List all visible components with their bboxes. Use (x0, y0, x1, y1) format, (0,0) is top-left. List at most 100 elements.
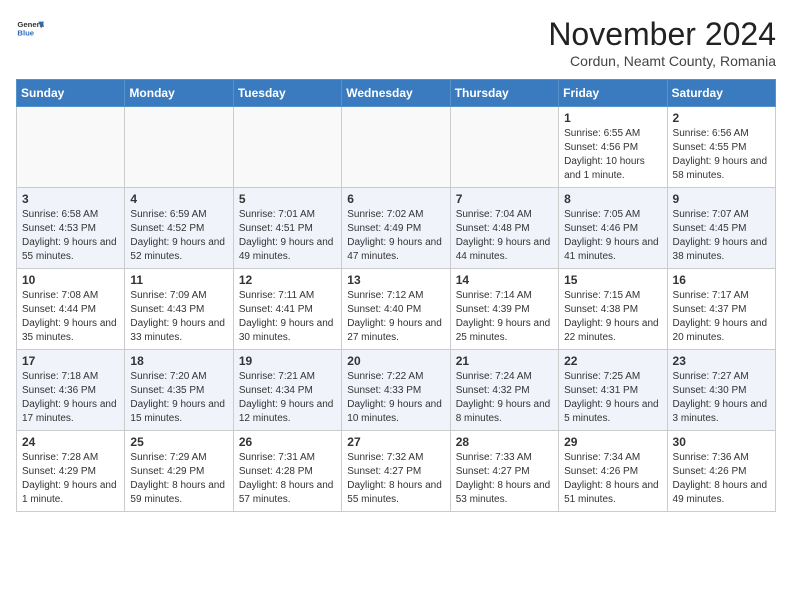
weekday-header: Wednesday (342, 80, 450, 107)
day-number: 13 (347, 273, 444, 287)
weekday-header: Friday (559, 80, 667, 107)
weekday-header: Saturday (667, 80, 775, 107)
day-number: 27 (347, 435, 444, 449)
calendar-cell: 21 Sunrise: 7:24 AM Sunset: 4:32 PM Dayli… (450, 350, 558, 431)
day-number: 9 (673, 192, 770, 206)
day-info: Sunrise: 7:36 AM Sunset: 4:26 PM Dayligh… (673, 451, 770, 507)
calendar-cell: 4 Sunrise: 6:59 AM Sunset: 4:52 PM Daylig… (125, 188, 233, 269)
calendar-cell: 30 Sunrise: 7:36 AM Sunset: 4:26 PM Dayli… (667, 431, 775, 512)
calendar-cell: 6Sunrise: 7:02 AM Sunset: 4:49 PM Daylig… (342, 188, 450, 269)
calendar-cell: 20 Sunrise: 7:22 AM Sunset: 4:33 PM Dayli… (342, 350, 450, 431)
day-number: 12 (239, 273, 336, 287)
day-number: 2 (673, 111, 770, 125)
day-number: 19 (239, 354, 336, 368)
day-number: 23 (673, 354, 770, 368)
calendar-cell: 23 Sunrise: 7:27 AM Sunset: 4:30 PM Dayli… (667, 350, 775, 431)
calendar-cell: 10 Sunrise: 7:08 AM Sunset: 4:44 PM Dayli… (17, 269, 125, 350)
calendar-cell: 11 Sunrise: 7:09 AM Sunset: 4:43 PM Dayli… (125, 269, 233, 350)
calendar-week-row: 24 Sunrise: 7:28 AM Sunset: 4:29 PM Dayli… (17, 431, 776, 512)
day-info: Sunrise: 7:25 AM Sunset: 4:31 PM Dayligh… (564, 370, 661, 426)
calendar-week-row: 17Sunrise: 7:18 AM Sunset: 4:36 PM Dayli… (17, 350, 776, 431)
calendar-cell: 18Sunrise: 7:20 AM Sunset: 4:35 PM Dayli… (125, 350, 233, 431)
day-number: 4 (130, 192, 227, 206)
calendar-header-row: SundayMondayTuesdayWednesdayThursdayFrid… (17, 80, 776, 107)
day-info: Sunrise: 7:20 AM Sunset: 4:35 PM Dayligh… (130, 370, 227, 426)
month-title: November 2024 (548, 16, 776, 53)
calendar-cell: 9 Sunrise: 7:07 AM Sunset: 4:45 PM Daylig… (667, 188, 775, 269)
day-number: 26 (239, 435, 336, 449)
day-info: Sunrise: 7:02 AM Sunset: 4:49 PM Dayligh… (347, 208, 444, 264)
calendar-cell: 1Sunrise: 6:55 AM Sunset: 4:56 PM Daylig… (559, 107, 667, 188)
calendar-cell: 2 Sunrise: 6:56 AM Sunset: 4:55 PM Daylig… (667, 107, 775, 188)
day-info: Sunrise: 7:27 AM Sunset: 4:30 PM Dayligh… (673, 370, 770, 426)
day-number: 24 (22, 435, 119, 449)
weekday-header: Sunday (17, 80, 125, 107)
day-info: Sunrise: 7:24 AM Sunset: 4:32 PM Dayligh… (456, 370, 553, 426)
day-number: 3 (22, 192, 119, 206)
weekday-header: Tuesday (233, 80, 341, 107)
day-info: Sunrise: 7:15 AM Sunset: 4:38 PM Dayligh… (564, 289, 661, 345)
calendar-cell: 12Sunrise: 7:11 AM Sunset: 4:41 PM Dayli… (233, 269, 341, 350)
calendar-table: SundayMondayTuesdayWednesdayThursdayFrid… (16, 79, 776, 512)
day-info: Sunrise: 6:56 AM Sunset: 4:55 PM Dayligh… (673, 127, 770, 183)
day-info: Sunrise: 7:31 AM Sunset: 4:28 PM Dayligh… (239, 451, 336, 507)
day-info: Sunrise: 6:58 AM Sunset: 4:53 PM Dayligh… (22, 208, 119, 264)
calendar-cell (342, 107, 450, 188)
location-title: Cordun, Neamt County, Romania (548, 53, 776, 69)
day-number: 30 (673, 435, 770, 449)
day-info: Sunrise: 7:34 AM Sunset: 4:26 PM Dayligh… (564, 451, 661, 507)
day-info: Sunrise: 7:12 AM Sunset: 4:40 PM Dayligh… (347, 289, 444, 345)
calendar-cell: 26 Sunrise: 7:31 AM Sunset: 4:28 PM Dayli… (233, 431, 341, 512)
day-info: Sunrise: 7:07 AM Sunset: 4:45 PM Dayligh… (673, 208, 770, 264)
calendar-cell: 16 Sunrise: 7:17 AM Sunset: 4:37 PM Dayli… (667, 269, 775, 350)
calendar-cell: 28 Sunrise: 7:33 AM Sunset: 4:27 PM Dayli… (450, 431, 558, 512)
day-info: Sunrise: 7:05 AM Sunset: 4:46 PM Dayligh… (564, 208, 661, 264)
day-number: 21 (456, 354, 553, 368)
calendar-cell (125, 107, 233, 188)
calendar-cell: 27 Sunrise: 7:32 AM Sunset: 4:27 PM Dayli… (342, 431, 450, 512)
calendar-cell: 8Sunrise: 7:05 AM Sunset: 4:46 PM Daylig… (559, 188, 667, 269)
calendar-cell: 14 Sunrise: 7:14 AM Sunset: 4:39 PM Dayli… (450, 269, 558, 350)
day-info: Sunrise: 6:55 AM Sunset: 4:56 PM Dayligh… (564, 127, 661, 183)
calendar-cell: 3 Sunrise: 6:58 AM Sunset: 4:53 PM Daylig… (17, 188, 125, 269)
day-info: Sunrise: 7:17 AM Sunset: 4:37 PM Dayligh… (673, 289, 770, 345)
day-number: 15 (564, 273, 661, 287)
day-info: Sunrise: 7:33 AM Sunset: 4:27 PM Dayligh… (456, 451, 553, 507)
calendar-week-row: 10 Sunrise: 7:08 AM Sunset: 4:44 PM Dayli… (17, 269, 776, 350)
day-number: 22 (564, 354, 661, 368)
calendar-cell: 5Sunrise: 7:01 AM Sunset: 4:51 PM Daylig… (233, 188, 341, 269)
day-info: Sunrise: 7:29 AM Sunset: 4:29 PM Dayligh… (130, 451, 227, 507)
day-info: Sunrise: 7:28 AM Sunset: 4:29 PM Dayligh… (22, 451, 119, 507)
day-info: Sunrise: 6:59 AM Sunset: 4:52 PM Dayligh… (130, 208, 227, 264)
calendar-cell: 7 Sunrise: 7:04 AM Sunset: 4:48 PM Daylig… (450, 188, 558, 269)
day-number: 25 (130, 435, 227, 449)
logo-icon: General Blue (16, 16, 44, 44)
day-number: 14 (456, 273, 553, 287)
day-number: 16 (673, 273, 770, 287)
day-info: Sunrise: 7:32 AM Sunset: 4:27 PM Dayligh… (347, 451, 444, 507)
day-info: Sunrise: 7:18 AM Sunset: 4:36 PM Dayligh… (22, 370, 119, 426)
calendar-cell (450, 107, 558, 188)
day-info: Sunrise: 7:08 AM Sunset: 4:44 PM Dayligh… (22, 289, 119, 345)
calendar-cell: 17Sunrise: 7:18 AM Sunset: 4:36 PM Dayli… (17, 350, 125, 431)
calendar-week-row: 3 Sunrise: 6:58 AM Sunset: 4:53 PM Daylig… (17, 188, 776, 269)
day-number: 11 (130, 273, 227, 287)
calendar-cell: 19Sunrise: 7:21 AM Sunset: 4:34 PM Dayli… (233, 350, 341, 431)
day-number: 28 (456, 435, 553, 449)
day-info: Sunrise: 7:14 AM Sunset: 4:39 PM Dayligh… (456, 289, 553, 345)
logo: General Blue (16, 16, 44, 44)
calendar-cell: 24 Sunrise: 7:28 AM Sunset: 4:29 PM Dayli… (17, 431, 125, 512)
calendar-cell: 13 Sunrise: 7:12 AM Sunset: 4:40 PM Dayli… (342, 269, 450, 350)
day-number: 20 (347, 354, 444, 368)
day-number: 10 (22, 273, 119, 287)
day-number: 7 (456, 192, 553, 206)
day-number: 5 (239, 192, 336, 206)
page-header: General Blue November 2024 Cordun, Neamt… (16, 16, 776, 69)
day-number: 29 (564, 435, 661, 449)
weekday-header: Thursday (450, 80, 558, 107)
calendar-cell: 25 Sunrise: 7:29 AM Sunset: 4:29 PM Dayli… (125, 431, 233, 512)
day-info: Sunrise: 7:22 AM Sunset: 4:33 PM Dayligh… (347, 370, 444, 426)
calendar-cell (233, 107, 341, 188)
day-info: Sunrise: 7:09 AM Sunset: 4:43 PM Dayligh… (130, 289, 227, 345)
day-info: Sunrise: 7:04 AM Sunset: 4:48 PM Dayligh… (456, 208, 553, 264)
